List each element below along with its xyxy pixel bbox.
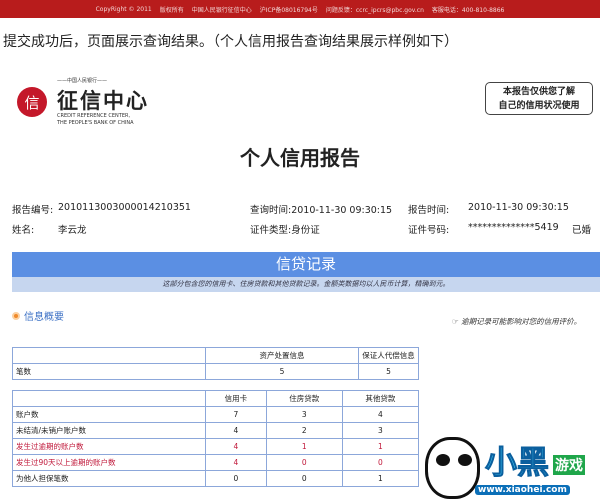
copyright-text: CopyRight © 2011 bbox=[95, 5, 152, 13]
bullet-icon bbox=[12, 311, 20, 320]
credit-center-logo: 信 ——中国人民银行—— 征信中心 CREDIT REFERENCE CENTE… bbox=[15, 77, 147, 132]
icp-text: 沪ICP备08016794号 bbox=[259, 6, 318, 14]
query-time: 查询时间:2010-11-30 09:30:15 bbox=[250, 205, 393, 216]
org-text: 中国人民银行征信中心 bbox=[191, 6, 252, 14]
summary-heading: 信息概要 bbox=[12, 308, 64, 323]
xiaohei-watermark: 小黑 游戏 www.xiaohei.com bbox=[425, 437, 600, 501]
credit-record-subtitle: 这部分包含您的信用卡、住房贷款和其他贷款记录。金额类数据均以人民币计算，精确到元… bbox=[12, 277, 600, 292]
logo-name: 征信中心 bbox=[57, 88, 149, 113]
logo-bank: ——中国人民银行—— bbox=[57, 78, 108, 84]
table-row: 账户数 7 3 4 bbox=[12, 406, 420, 423]
id-no: **************5419 bbox=[468, 222, 559, 233]
id-no-label: 证件号码: bbox=[408, 225, 450, 236]
pointing-hand-icon: ☞ bbox=[452, 317, 462, 326]
credit-report: 信 ——中国人民银行—— 征信中心 CREDIT REFERENCE CENTE… bbox=[0, 62, 600, 501]
report-no-label: 报告编号: bbox=[12, 205, 54, 216]
panda-icon bbox=[425, 437, 480, 499]
intro-text: 提交成功后，页面展示查询结果。（个人信用报告查询结果展示样例如下） bbox=[3, 34, 458, 50]
usage-stamp: 本报告仅供您了解 自己的信用状况使用 bbox=[485, 82, 593, 115]
hotline-text: 客服电话：400-810-8866 bbox=[431, 6, 505, 14]
seal-icon: 信 bbox=[17, 87, 47, 117]
feedback-link[interactable]: 问题反馈：ccrc_ipcrs@pbc.gov.cn bbox=[326, 5, 424, 14]
credit-record-heading: 信贷记录 bbox=[12, 252, 600, 277]
summary-table-1: 资产处置信息 保证人代偿信息 笔数 5 5 bbox=[12, 347, 419, 380]
report-time: 2010-11-30 09:30:15 bbox=[468, 202, 569, 213]
report-title: 个人信用报告 bbox=[240, 146, 360, 170]
summary-table-2: 信用卡 住房贷款 其他贷款 账户数 7 3 4 未结清/未销户账户数 4 2 3 发生过逾期的账… bbox=[12, 390, 420, 487]
summary-note: ☞ 逾期记录可能影响对您的信用评价。 bbox=[452, 317, 582, 326]
table-row: 发生过90天以上逾期的账户数 4 0 0 bbox=[12, 454, 420, 471]
marital-status: 已婚 bbox=[572, 225, 592, 236]
id-type: 证件类型:身份证 bbox=[250, 225, 320, 236]
report-no: 2010113003000014210351 bbox=[58, 202, 191, 213]
logo-english: CREDIT REFERENCE CENTER, THE PEOPLE'S BAN… bbox=[57, 113, 134, 126]
report-time-label: 报告时间: bbox=[408, 205, 450, 216]
table-row: 为他人担保笔数 0 0 1 bbox=[12, 470, 420, 487]
table-row: 发生过逾期的账户数 4 1 1 bbox=[12, 438, 420, 455]
name-value: 李云龙 bbox=[58, 225, 87, 236]
table-row: 未结清/未销户账户数 4 2 3 bbox=[12, 422, 420, 439]
rights-text: 版权所有 bbox=[159, 6, 184, 14]
name-label: 姓名: bbox=[12, 225, 35, 236]
footer-bar: CopyRight © 2011 版权所有 中国人民银行征信中心 沪ICP备08… bbox=[0, 0, 600, 18]
